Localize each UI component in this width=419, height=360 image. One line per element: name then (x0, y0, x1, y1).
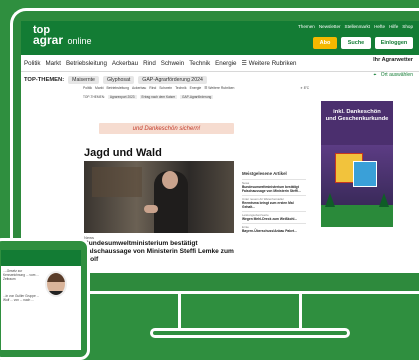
tablet-text: ...in von Guiller Gruppe ... Wolf ... vo… (3, 294, 40, 302)
inner-nav-item[interactable]: Technik (175, 86, 187, 90)
tablet-header-bar (1, 250, 81, 266)
most-read-headline: Wegen Mehl-Dreck zum Weißkohl... (242, 217, 298, 221)
toplink-hilfe[interactable]: Hilfe (389, 24, 398, 29)
ad-line-2: und Geschenkurkunde (325, 116, 389, 122)
image-background (92, 167, 142, 197)
inner-nav: Politik Markt Betriebsleitung Ackerbau R… (83, 86, 234, 90)
avatar-shirt (47, 291, 65, 295)
topic-chip-maisernte[interactable]: Maisernte (68, 76, 99, 84)
avatar-hair (47, 273, 65, 282)
ad-line-1: inkl. Dankeschön (333, 109, 381, 115)
nav-item-markt[interactable]: Markt (46, 60, 61, 67)
inner-nav-item[interactable]: Markt (95, 86, 103, 90)
topic-chip-gap[interactable]: GAP-Agrarförderung 2024 (138, 76, 207, 84)
most-read-item[interactable]: Unter neuem Air Warenhersteller Reemtsma… (242, 195, 306, 211)
weather-location-link[interactable]: Ort auswählen (381, 72, 413, 78)
search-button[interactable]: Suche (341, 37, 371, 49)
toplink-hefte[interactable]: Hefte (374, 24, 385, 29)
nav-item-betriebsleitung[interactable]: Betriebsleitung (66, 60, 107, 67)
nav-items: Politik Markt Betriebsleitung Ackerbau R… (24, 60, 296, 67)
agrarwetter-widget[interactable]: Ihr Agrarwetter ⌖ Ort auswählen (373, 57, 413, 81)
header-top-links: Themen Newsletter Stellenmarkt Hefte Hil… (298, 24, 413, 29)
nav-item-energie[interactable]: Energie (215, 60, 236, 67)
ad-gift-box (353, 161, 377, 187)
nav-item-politik[interactable]: Politik (24, 60, 41, 67)
article-hero-image[interactable] (84, 161, 234, 233)
image-face (162, 171, 178, 189)
inner-nav-item[interactable]: Ackerbau (132, 86, 146, 90)
inner-nav-item[interactable]: Rind (149, 86, 156, 90)
top-themen-label: TOP-THEMEN: (24, 77, 65, 83)
inner-nav-item[interactable]: ☰ Weitere Rubriken (204, 86, 234, 90)
article-headline[interactable]: Bundesumweltministerium bestätigt Falsch… (84, 240, 242, 264)
inner-nav-item[interactable]: Schwein (159, 86, 172, 90)
most-read-title: Meistgelesene Artikel (242, 171, 287, 176)
login-button[interactable]: Einloggen (375, 37, 413, 49)
nav-item-ackerbau[interactable]: Ackerbau (112, 60, 138, 67)
header-buttons: Abo Suche Einloggen (313, 37, 413, 49)
ad-ground (321, 205, 393, 227)
toplink-stellenmarkt[interactable]: Stellenmarkt (345, 24, 371, 29)
monitor-stand-neck (178, 293, 302, 329)
nav-item-weitere-rubriken[interactable]: ☰ Weitere Rubriken (242, 60, 297, 67)
promo-banner[interactable]: und Dankeschön sichern! (99, 123, 234, 134)
toplink-shop[interactable]: Shop (402, 24, 413, 29)
tablet-text: ...-Gesetz zur Kennzeichnung ... vom ...… (3, 269, 39, 281)
inner-nav-item[interactable]: Betriebsleitung (107, 86, 129, 90)
monitor-stand-base (150, 328, 350, 338)
sidebar-ad[interactable]: inkl. Dankeschön und Geschenkurkunde (321, 101, 393, 227)
most-read-item[interactable]: Ernte Bayern-Überschuss/Anbau Paket... (242, 223, 306, 235)
top-themen-bar: TOP-THEMEN: Maisernte Glyphosat GAP-Agra… (24, 76, 207, 84)
location-icon: ⌖ (373, 72, 377, 78)
nav-item-technik[interactable]: Technik (189, 60, 210, 67)
logo-agrar: agrar (33, 33, 64, 47)
topagrar-logo[interactable]: top agrar online (33, 25, 92, 47)
ad-text: inkl. Dankeschön und Geschenkurkunde (321, 109, 393, 123)
most-read-item[interactable]: News Bundesumweltministerium bestätigt F… (242, 179, 306, 195)
logo-online: online (67, 36, 92, 46)
ad-tree-icon (379, 193, 389, 207)
topic-chip-glyphosat[interactable]: Glyphosat (102, 76, 135, 84)
image-hand (144, 205, 158, 213)
toplink-themen[interactable]: Themen (298, 24, 315, 29)
tablet-screen: ...-Gesetz zur Kennzeichnung ... vom ...… (1, 250, 81, 350)
inner-nav-item[interactable]: Energie (190, 86, 202, 90)
weather-title: Ihr Agrarwetter (373, 57, 413, 63)
tablet-author-avatar (45, 271, 67, 297)
toplink-newsletter[interactable]: Newsletter (319, 24, 341, 29)
inner-topics-label: TOP-THEMEN: (83, 95, 105, 99)
inner-topic-chip[interactable]: Agrarexport 2023 (107, 95, 137, 99)
monitor-screen: top agrar online Themen Newsletter Stell… (21, 21, 419, 273)
section-title: Jagd und Wald (84, 147, 162, 159)
inner-nav-item[interactable]: Politik (83, 86, 92, 90)
abo-button[interactable]: Abo (313, 37, 337, 49)
inner-topic-chip[interactable]: GAP-Agrarförderung (180, 95, 214, 99)
most-read-headline: Bayern-Überschuss/Anbau Paket... (242, 229, 297, 233)
main-nav: Politik Markt Betriebsleitung Ackerbau R… (21, 55, 419, 78)
tablet-device: ...-Gesetz zur Kennzeichnung ... vom ...… (0, 238, 90, 360)
most-read-item[interactable]: Leistungsoberzwerte Wegen Mehl-Dreck zum… (242, 211, 306, 223)
site-header: top agrar online Themen Newsletter Stell… (21, 21, 419, 55)
ad-tree-icon (325, 193, 335, 207)
nav-item-schwein[interactable]: Schwein (161, 60, 184, 67)
most-read-headline: Bundesumweltministerium bestätigt Falsch… (242, 185, 301, 193)
inner-topic-chip[interactable]: Ertrag nach dem Kaiser (139, 95, 178, 99)
most-read-sidebar: Meistgelesene Artikel News Bundesumweltm… (242, 171, 306, 235)
inner-topics: TOP-THEMEN: Agrarexport 2023 Ertrag nach… (83, 95, 214, 99)
inner-weather: ☀ 8°C (300, 86, 310, 90)
nav-item-rind[interactable]: Rind (143, 60, 156, 67)
most-read-headline: Reemtsma bringt zum ersten Mal Gehalt... (242, 201, 294, 209)
